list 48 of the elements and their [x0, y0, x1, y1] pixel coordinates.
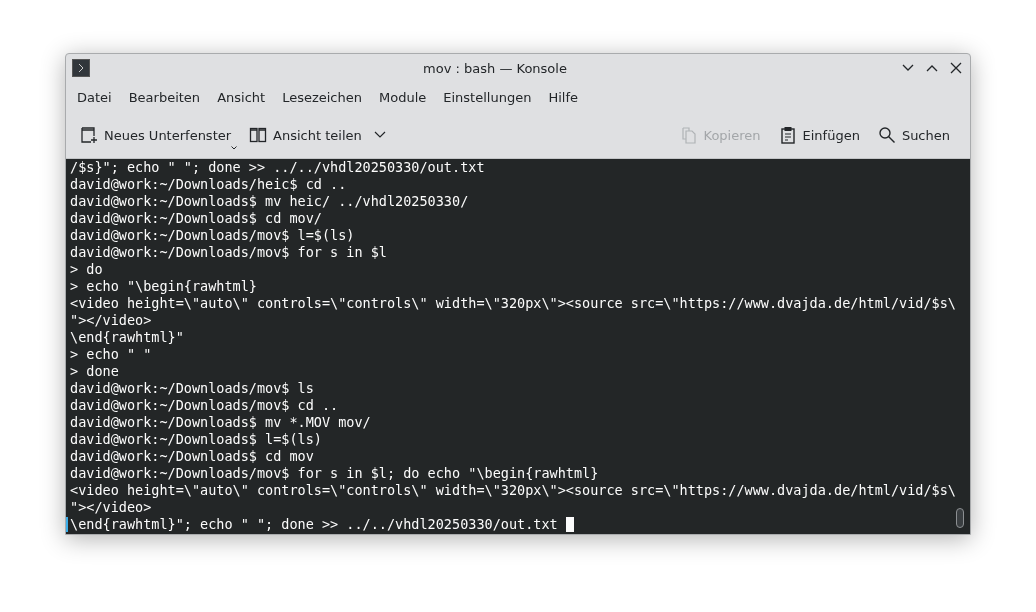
terminal-line: david@work:~/Downloads$ cd mov/ — [70, 210, 322, 227]
terminal-line: david@work:~/Downloads/mov$ l=$(ls) — [70, 227, 355, 244]
close-button[interactable] — [948, 60, 964, 76]
menu-item[interactable]: Bearbeiten — [121, 85, 208, 109]
search-icon — [877, 126, 896, 144]
new-tab-icon — [80, 126, 98, 144]
terminal-line: david@work:~/Downloads/mov$ for s in $l — [70, 244, 387, 261]
menu-item[interactable]: Einstellungen — [436, 85, 539, 109]
terminal-line: /$s}"; echo " "; done >> ../../vhdl20250330/out.txt — [70, 159, 485, 176]
close-icon — [950, 62, 962, 74]
terminal-line: david@work:~/Downloads/mov$ for s in $l; do echo "\begin{rawhtml} — [70, 465, 599, 482]
terminal-line: david@work:~/Downloads$ cd mov — [70, 448, 314, 465]
terminal-line: <video height=\"auto\" controls=\"controls\" width=\"320px\"><source src=\"https://www.dvajda.de/html/vid/$s\ — [70, 295, 956, 312]
terminal-line: david@work:~/Downloads$ mv *.MOV mov/ — [70, 414, 371, 431]
window-title: mov : bash — Konsole — [422, 60, 568, 76]
terminal-line: <video height=\"auto\" controls=\"controls\" width=\"320px\"><source src=\"https://www.dvajda.de/html/vid/$s\ — [70, 482, 956, 499]
split-view-icon — [249, 126, 268, 144]
terminal-line: david@work:~/Downloads/mov$ cd .. — [70, 397, 339, 414]
new-tab-button[interactable]: Neues Unterfenster — [74, 122, 238, 148]
search-button[interactable]: Suchen — [871, 122, 956, 148]
caret-icon — [231, 146, 238, 150]
menu-item[interactable]: Module — [372, 85, 434, 109]
scrollbar-handle[interactable] — [956, 508, 964, 528]
terminal-line: > done — [70, 363, 119, 380]
terminal-line: "></video> — [70, 312, 152, 329]
terminal-line: david@work:~/Downloads/mov$ ls — [70, 380, 314, 397]
menu-item[interactable]: Hilfe — [541, 85, 585, 109]
split-button[interactable]: Ansicht teilen — [243, 122, 392, 148]
terminal-area[interactable] — [66, 159, 970, 534]
chevron-down-icon — [902, 64, 914, 72]
copy-icon — [679, 126, 698, 144]
chevron-up-icon — [926, 64, 938, 72]
terminal-line: david@work:~/Downloads$ l=$(ls) — [70, 431, 322, 448]
terminal-line: \end{rawhtml}" — [70, 329, 184, 346]
clipboard-icon — [778, 126, 797, 144]
menu-item[interactable]: Ansicht — [210, 85, 273, 109]
menu-item[interactable]: Lesezeichen — [275, 85, 369, 109]
terminal-line: "></video> — [70, 499, 152, 516]
chevron-down-icon — [373, 131, 386, 139]
terminal-line: > echo " " — [70, 346, 152, 363]
terminal-icon — [72, 59, 90, 77]
terminal-line: > do — [70, 261, 103, 278]
terminal-line: david@work:~/Downloads/heic$ cd .. — [70, 176, 347, 193]
terminal-line: \end{rawhtml}"; echo " "; done >> ../../vhdl20250330/out.txt — [70, 516, 558, 533]
terminal-line: > echo "\begin{rawhtml} — [70, 278, 257, 295]
menu-item[interactable]: Datei — [70, 85, 119, 109]
terminal-line: david@work:~/Downloads$ mv heic/ ../vhdl20250330/ — [70, 193, 469, 210]
paste-button[interactable]: Einfügen — [772, 122, 866, 148]
